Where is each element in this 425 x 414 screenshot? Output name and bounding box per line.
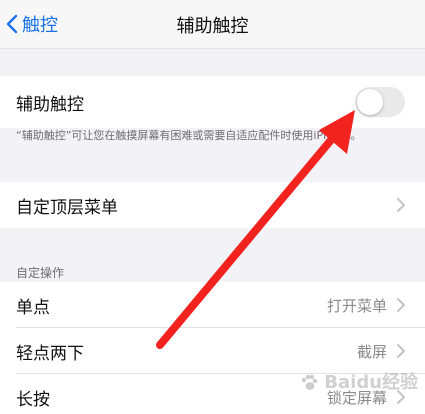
custom-action-value: 打开菜单 (326, 296, 387, 315)
toggle-knob (357, 89, 383, 115)
customize-menu-group: 自定顶层菜单 (0, 182, 425, 228)
watermark-text: Baidu经验 (324, 372, 419, 393)
custom-action-label: 轻点两下 (16, 343, 84, 364)
paw-icon (301, 374, 318, 390)
customize-menu-label: 自定顶层菜单 (16, 197, 118, 218)
assistive-touch-row: 辅助触控 (0, 76, 425, 128)
custom-action-value: 截屏 (356, 342, 387, 361)
custom-actions-group: 单点 打开菜单 轻点两下 截屏 长按 锁定屏幕 (0, 282, 425, 414)
custom-actions-header: 自定操作 (16, 266, 65, 280)
chevron-right-icon (397, 344, 405, 358)
page-title: 辅助触控 (176, 16, 249, 37)
watermark: Baidu经验 (300, 368, 418, 394)
navigation-bar: 触控 辅助触控 (0, 0, 425, 49)
assistive-touch-footnote: “辅助触控”可让您在触摸屏幕有困难或需要自适应配件时使用iPhone。 (16, 129, 362, 142)
chevron-right-icon (397, 298, 405, 312)
assistive-touch-toggle[interactable] (355, 87, 405, 117)
assistive-touch-label: 辅助触控 (16, 94, 84, 115)
custom-action-row-single-tap[interactable]: 单点 打开菜单 (0, 282, 425, 328)
assistive-touch-group: 辅助触控 (0, 76, 425, 128)
custom-action-label: 单点 (16, 297, 50, 318)
customize-top-level-menu-row[interactable]: 自定顶层菜单 (0, 182, 425, 228)
chevron-right-icon (397, 198, 405, 212)
custom-action-label: 长按 (16, 389, 50, 410)
